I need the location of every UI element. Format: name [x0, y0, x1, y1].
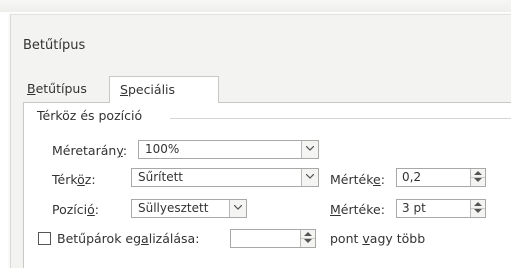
dialog-title: Betűtípus — [23, 38, 86, 53]
kerning-label[interactable]: Betűpárok egalizálása: — [57, 231, 199, 246]
caret-down-icon — [474, 178, 482, 182]
position-amount-spin-buttons[interactable] — [470, 200, 485, 217]
chevron-down-icon — [234, 205, 242, 210]
position-dropdown-button[interactable] — [229, 200, 246, 217]
position-amount-value: 3 pt — [402, 201, 426, 215]
tab-advanced[interactable]: Speciális — [109, 76, 219, 103]
spacing-amount-spinner[interactable]: 0,2 — [396, 168, 486, 187]
tab-font[interactable]: Betűtípus — [27, 78, 107, 102]
kerning-checkbox[interactable] — [38, 232, 51, 245]
group-divider — [170, 118, 511, 119]
kerning-suffix-label: pont vagy több — [330, 231, 426, 246]
caret-down-icon — [474, 209, 482, 213]
spacing-amount-spin-buttons[interactable] — [470, 169, 485, 186]
position-value: Süllyesztett — [138, 201, 209, 215]
scale-combobox[interactable]: 100% — [138, 140, 319, 159]
spacing-value: Sűrített — [138, 170, 183, 184]
spacing-dropdown-button[interactable] — [301, 169, 318, 186]
page-background — [0, 0, 511, 12]
chevron-down-icon — [306, 174, 314, 179]
spin-down-button[interactable] — [471, 208, 485, 216]
position-combobox[interactable]: Süllyesztett — [131, 199, 247, 218]
spacing-amount-value: 0,2 — [402, 170, 422, 184]
chevron-down-icon — [306, 146, 314, 151]
caret-up-icon — [304, 232, 312, 236]
kerning-size-spin-buttons[interactable] — [300, 230, 315, 247]
scale-dropdown-button[interactable] — [301, 141, 318, 158]
position-amount-label: Mértéke: — [330, 202, 385, 217]
group-title-spacing-position: Térköz és pozíció — [37, 108, 147, 123]
scale-value: 100% — [145, 142, 180, 156]
caret-up-icon — [474, 202, 482, 206]
position-amount-spinner[interactable]: 3 pt — [396, 199, 486, 218]
kerning-size-spinner[interactable] — [230, 229, 316, 248]
spin-down-button[interactable] — [301, 238, 315, 246]
spin-down-button[interactable] — [471, 177, 485, 185]
position-label: Pozíció: — [52, 202, 99, 217]
caret-down-icon — [304, 239, 312, 243]
caret-up-icon — [474, 171, 482, 175]
spacing-label: Térköz: — [52, 172, 96, 187]
spacing-amount-label: Mértéke: — [330, 172, 385, 187]
scale-label: Méretarány: — [52, 143, 128, 158]
spacing-combobox[interactable]: Sűrített — [131, 168, 319, 187]
